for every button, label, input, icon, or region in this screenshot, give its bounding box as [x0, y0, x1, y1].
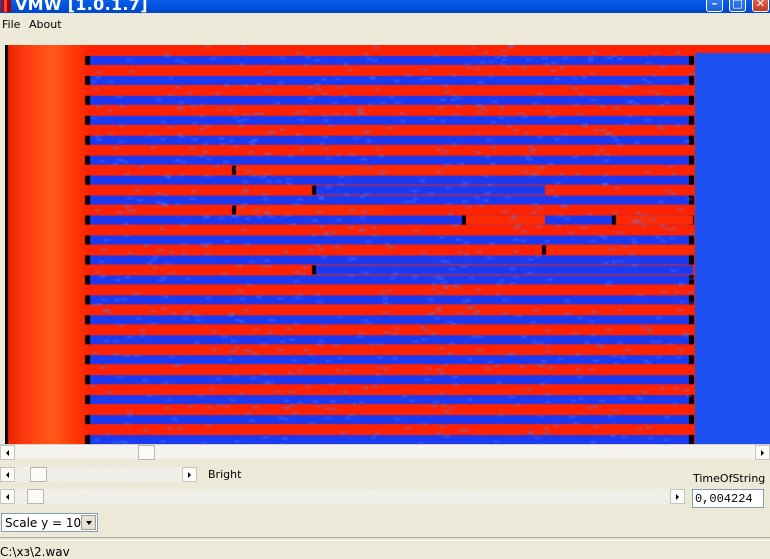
arrow-right-icon [188, 472, 191, 478]
bright-label: Bright [208, 468, 241, 481]
minimize-button[interactable]: – [706, 0, 723, 12]
arrow-left-icon [6, 450, 9, 456]
window-title: VMW [1.0.1.7] [15, 0, 148, 13]
arrow-left-icon [6, 472, 9, 478]
offset-slider[interactable] [0, 489, 685, 504]
app-icon [1, 0, 11, 12]
menu-about[interactable]: About [29, 18, 62, 31]
scroll-thumb[interactable] [138, 445, 155, 460]
view-horizontal-scrollbar[interactable] [0, 444, 770, 459]
time-of-string-input[interactable] [692, 489, 764, 508]
arrow-right-icon [676, 494, 679, 500]
close-button[interactable]: ✕ [752, 0, 769, 12]
chevron-down-icon [86, 521, 92, 525]
status-bar: C:\хз\2.wav [0, 541, 770, 558]
arrow-right-icon [761, 450, 764, 456]
menu-bar: File About [0, 13, 770, 35]
spectrogram-canvas[interactable] [5, 45, 770, 444]
bright-increase-button[interactable] [182, 467, 197, 482]
title-bar: VMW [1.0.1.7] – □ ✕ [0, 0, 770, 13]
menu-file[interactable]: File [2, 18, 20, 31]
scroll-left-button[interactable] [0, 445, 15, 460]
offset-decrease-button[interactable] [0, 489, 15, 504]
scroll-right-button[interactable] [755, 445, 770, 460]
offset-slider-thumb[interactable] [27, 489, 44, 504]
offset-increase-button[interactable] [670, 489, 685, 504]
file-path: C:\хз\2.wav [0, 545, 70, 559]
bright-slider-thumb[interactable] [30, 467, 47, 482]
bright-decrease-button[interactable] [0, 467, 15, 482]
arrow-left-icon [6, 494, 9, 500]
spectrogram-view[interactable] [5, 45, 770, 444]
scale-y-select[interactable]: Scale y = 10 [1, 513, 98, 532]
time-of-string-label: TimeOfString [693, 472, 765, 485]
dropdown-button[interactable] [81, 515, 96, 530]
bright-slider[interactable] [0, 467, 197, 482]
scale-y-value: Scale y = 10 [5, 516, 81, 530]
maximize-button[interactable]: □ [729, 0, 746, 12]
